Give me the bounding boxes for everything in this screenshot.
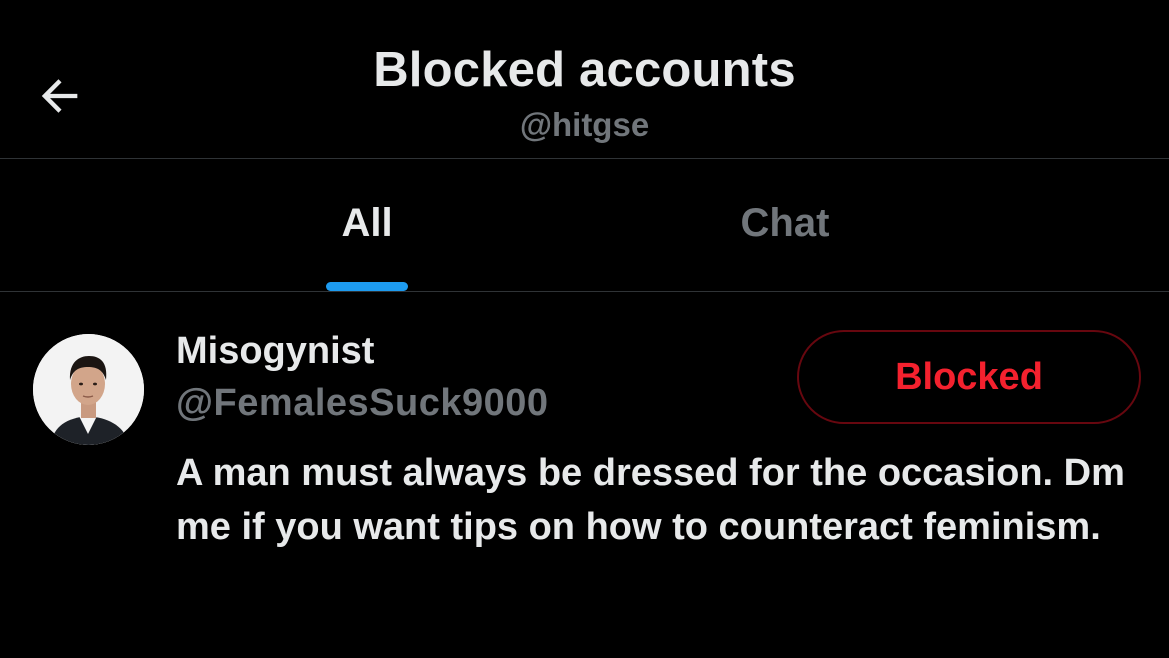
account-bio: A man must always be dressed for the occ… [176,452,1125,548]
account-handle: @FemalesSuck9000 [176,382,549,424]
person-photo-avatar-icon [33,334,144,445]
account-display-name[interactable]: Misogynist [176,330,374,373]
page-subtitle-handle: @hitgse [519,106,650,143]
tab-all[interactable]: All [250,159,484,291]
avatar[interactable] [33,334,144,445]
tab-all-label: All [341,201,393,245]
tab-chat[interactable]: Chat [668,159,902,291]
blocked-account-row[interactable]: Misogynist @FemalesSuck9000 Blocked A ma… [0,292,1169,658]
blocked-button-label: Blocked [895,355,1043,398]
tab-bar: All Chat [0,159,1169,292]
tab-chat-label: Chat [740,201,830,245]
blocked-button[interactable]: Blocked [797,330,1141,424]
active-tab-indicator [326,282,408,291]
top-bar: Blocked accounts @hitgse [0,0,1169,159]
page-title: Blocked accounts [373,43,796,97]
